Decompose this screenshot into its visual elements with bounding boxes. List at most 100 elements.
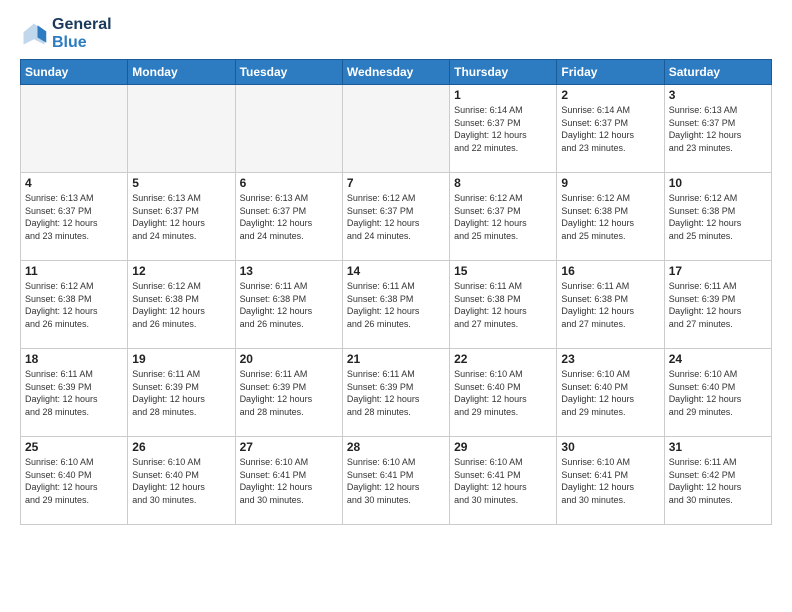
calendar-cell: 29Sunrise: 6:10 AM Sunset: 6:41 PM Dayli…	[450, 437, 557, 525]
calendar-cell: 16 Sunrise: 6:11 AM Sunset: 6:38 PM Dayli…	[557, 261, 664, 349]
day-number: 31	[669, 440, 767, 454]
weekday-header-sunday: Sunday	[21, 60, 128, 85]
calendar-cell: 2 Sunrise: 6:14 AM Sunset: 6:37 PM Daylig…	[557, 85, 664, 173]
day-info: Sunrise: 6:12 AM Sunset: 6:37 PM Dayligh…	[454, 192, 552, 242]
day-info: Sunrise: 6:11 AM Sunset: 6:42 PM Dayligh…	[669, 456, 767, 506]
day-info: Sunrise: 6:13 AM Sunset: 6:37 PM Dayligh…	[25, 192, 123, 242]
logo-text: General Blue	[52, 16, 112, 51]
day-info: Sunrise: 6:10 AM Sunset: 6:41 PM Dayligh…	[454, 456, 552, 506]
calendar-cell: 31 Sunrise: 6:11 AM Sunset: 6:42 PM Dayli…	[664, 437, 771, 525]
day-info: Sunrise: 6:14 AM Sunset: 6:37 PM Dayligh…	[454, 104, 552, 154]
day-number: 11	[25, 264, 123, 278]
day-number: 28	[347, 440, 445, 454]
calendar-cell	[235, 85, 342, 173]
calendar-cell: 9 Sunrise: 6:12 AM Sunset: 6:38 PM Daylig…	[557, 173, 664, 261]
calendar-cell: 22 Sunrise: 6:10 AM Sunset: 6:40 PM Dayli…	[450, 349, 557, 437]
day-number: 30	[561, 440, 659, 454]
day-number: 19	[132, 352, 230, 366]
calendar-cell	[128, 85, 235, 173]
weekday-header-thursday: Thursday	[450, 60, 557, 85]
day-number: 14	[347, 264, 445, 278]
day-info: Sunrise: 6:11 AM Sunset: 6:38 PM Dayligh…	[347, 280, 445, 330]
day-info: Sunrise: 6:11 AM Sunset: 6:39 PM Dayligh…	[240, 368, 338, 418]
day-info: Sunrise: 6:10 AM Sunset: 6:40 PM Dayligh…	[132, 456, 230, 506]
day-info: Sunrise: 6:13 AM Sunset: 6:37 PM Dayligh…	[240, 192, 338, 242]
day-number: 9	[561, 176, 659, 190]
day-info: Sunrise: 6:12 AM Sunset: 6:38 PM Dayligh…	[25, 280, 123, 330]
day-info: Sunrise: 6:11 AM Sunset: 6:38 PM Dayligh…	[454, 280, 552, 330]
day-info: Sunrise: 6:12 AM Sunset: 6:38 PM Dayligh…	[132, 280, 230, 330]
page: General Blue SundayMondayTuesdayWednesda…	[0, 0, 792, 612]
header: General Blue	[20, 16, 772, 51]
calendar-cell: 24 Sunrise: 6:10 AM Sunset: 6:40 PM Dayli…	[664, 349, 771, 437]
calendar-cell: 1 Sunrise: 6:14 AM Sunset: 6:37 PM Daylig…	[450, 85, 557, 173]
day-number: 3	[669, 88, 767, 102]
calendar-cell: 23Sunrise: 6:10 AM Sunset: 6:40 PM Dayli…	[557, 349, 664, 437]
day-info: Sunrise: 6:14 AM Sunset: 6:37 PM Dayligh…	[561, 104, 659, 154]
day-number: 21	[347, 352, 445, 366]
calendar-cell: 21 Sunrise: 6:11 AM Sunset: 6:39 PM Dayli…	[342, 349, 449, 437]
day-info: Sunrise: 6:11 AM Sunset: 6:39 PM Dayligh…	[669, 280, 767, 330]
day-info: Sunrise: 6:10 AM Sunset: 6:41 PM Dayligh…	[240, 456, 338, 506]
day-number: 22	[454, 352, 552, 366]
day-number: 24	[669, 352, 767, 366]
calendar-cell: 27 Sunrise: 6:10 AM Sunset: 6:41 PM Dayli…	[235, 437, 342, 525]
calendar-cell: 25 Sunrise: 6:10 AM Sunset: 6:40 PM Dayli…	[21, 437, 128, 525]
calendar-cell	[342, 85, 449, 173]
day-number: 27	[240, 440, 338, 454]
week-row-1: 4 Sunrise: 6:13 AM Sunset: 6:37 PM Daylig…	[21, 173, 772, 261]
day-number: 1	[454, 88, 552, 102]
day-number: 12	[132, 264, 230, 278]
week-row-0: 1 Sunrise: 6:14 AM Sunset: 6:37 PM Daylig…	[21, 85, 772, 173]
day-info: Sunrise: 6:10 AM Sunset: 6:41 PM Dayligh…	[561, 456, 659, 506]
weekday-header-friday: Friday	[557, 60, 664, 85]
day-number: 8	[454, 176, 552, 190]
weekday-header-row: SundayMondayTuesdayWednesdayThursdayFrid…	[21, 60, 772, 85]
day-info: Sunrise: 6:11 AM Sunset: 6:39 PM Dayligh…	[132, 368, 230, 418]
day-number: 13	[240, 264, 338, 278]
day-info: Sunrise: 6:12 AM Sunset: 6:37 PM Dayligh…	[347, 192, 445, 242]
logo-icon	[20, 20, 48, 48]
day-number: 15	[454, 264, 552, 278]
calendar-cell: 28Sunrise: 6:10 AM Sunset: 6:41 PM Dayli…	[342, 437, 449, 525]
calendar-cell: 13Sunrise: 6:11 AM Sunset: 6:38 PM Dayli…	[235, 261, 342, 349]
day-number: 7	[347, 176, 445, 190]
calendar-cell: 11 Sunrise: 6:12 AM Sunset: 6:38 PM Dayli…	[21, 261, 128, 349]
day-number: 16	[561, 264, 659, 278]
day-number: 25	[25, 440, 123, 454]
calendar-cell: 10 Sunrise: 6:12 AM Sunset: 6:38 PM Dayli…	[664, 173, 771, 261]
calendar-cell: 7 Sunrise: 6:12 AM Sunset: 6:37 PM Daylig…	[342, 173, 449, 261]
day-number: 17	[669, 264, 767, 278]
day-info: Sunrise: 6:13 AM Sunset: 6:37 PM Dayligh…	[669, 104, 767, 154]
day-info: Sunrise: 6:12 AM Sunset: 6:38 PM Dayligh…	[669, 192, 767, 242]
calendar-cell: 19 Sunrise: 6:11 AM Sunset: 6:39 PM Dayli…	[128, 349, 235, 437]
day-number: 2	[561, 88, 659, 102]
week-row-4: 25 Sunrise: 6:10 AM Sunset: 6:40 PM Dayli…	[21, 437, 772, 525]
calendar-cell: 4 Sunrise: 6:13 AM Sunset: 6:37 PM Daylig…	[21, 173, 128, 261]
day-info: Sunrise: 6:10 AM Sunset: 6:40 PM Dayligh…	[561, 368, 659, 418]
weekday-header-wednesday: Wednesday	[342, 60, 449, 85]
day-number: 6	[240, 176, 338, 190]
calendar-cell: 17 Sunrise: 6:11 AM Sunset: 6:39 PM Dayli…	[664, 261, 771, 349]
day-info: Sunrise: 6:10 AM Sunset: 6:40 PM Dayligh…	[669, 368, 767, 418]
calendar-cell: 30 Sunrise: 6:10 AM Sunset: 6:41 PM Dayli…	[557, 437, 664, 525]
day-number: 26	[132, 440, 230, 454]
day-info: Sunrise: 6:11 AM Sunset: 6:39 PM Dayligh…	[347, 368, 445, 418]
day-info: Sunrise: 6:13 AM Sunset: 6:37 PM Dayligh…	[132, 192, 230, 242]
day-info: Sunrise: 6:10 AM Sunset: 6:40 PM Dayligh…	[454, 368, 552, 418]
calendar-cell: 18Sunrise: 6:11 AM Sunset: 6:39 PM Dayli…	[21, 349, 128, 437]
day-info: Sunrise: 6:11 AM Sunset: 6:38 PM Dayligh…	[561, 280, 659, 330]
day-number: 4	[25, 176, 123, 190]
logo: General Blue	[20, 16, 112, 51]
day-info: Sunrise: 6:12 AM Sunset: 6:38 PM Dayligh…	[561, 192, 659, 242]
calendar-cell: 15 Sunrise: 6:11 AM Sunset: 6:38 PM Dayli…	[450, 261, 557, 349]
day-number: 5	[132, 176, 230, 190]
day-info: Sunrise: 6:10 AM Sunset: 6:40 PM Dayligh…	[25, 456, 123, 506]
week-row-2: 11 Sunrise: 6:12 AM Sunset: 6:38 PM Dayli…	[21, 261, 772, 349]
day-info: Sunrise: 6:11 AM Sunset: 6:39 PM Dayligh…	[25, 368, 123, 418]
calendar-cell: 26 Sunrise: 6:10 AM Sunset: 6:40 PM Dayli…	[128, 437, 235, 525]
day-number: 10	[669, 176, 767, 190]
calendar-table: SundayMondayTuesdayWednesdayThursdayFrid…	[20, 59, 772, 525]
weekday-header-monday: Monday	[128, 60, 235, 85]
weekday-header-tuesday: Tuesday	[235, 60, 342, 85]
